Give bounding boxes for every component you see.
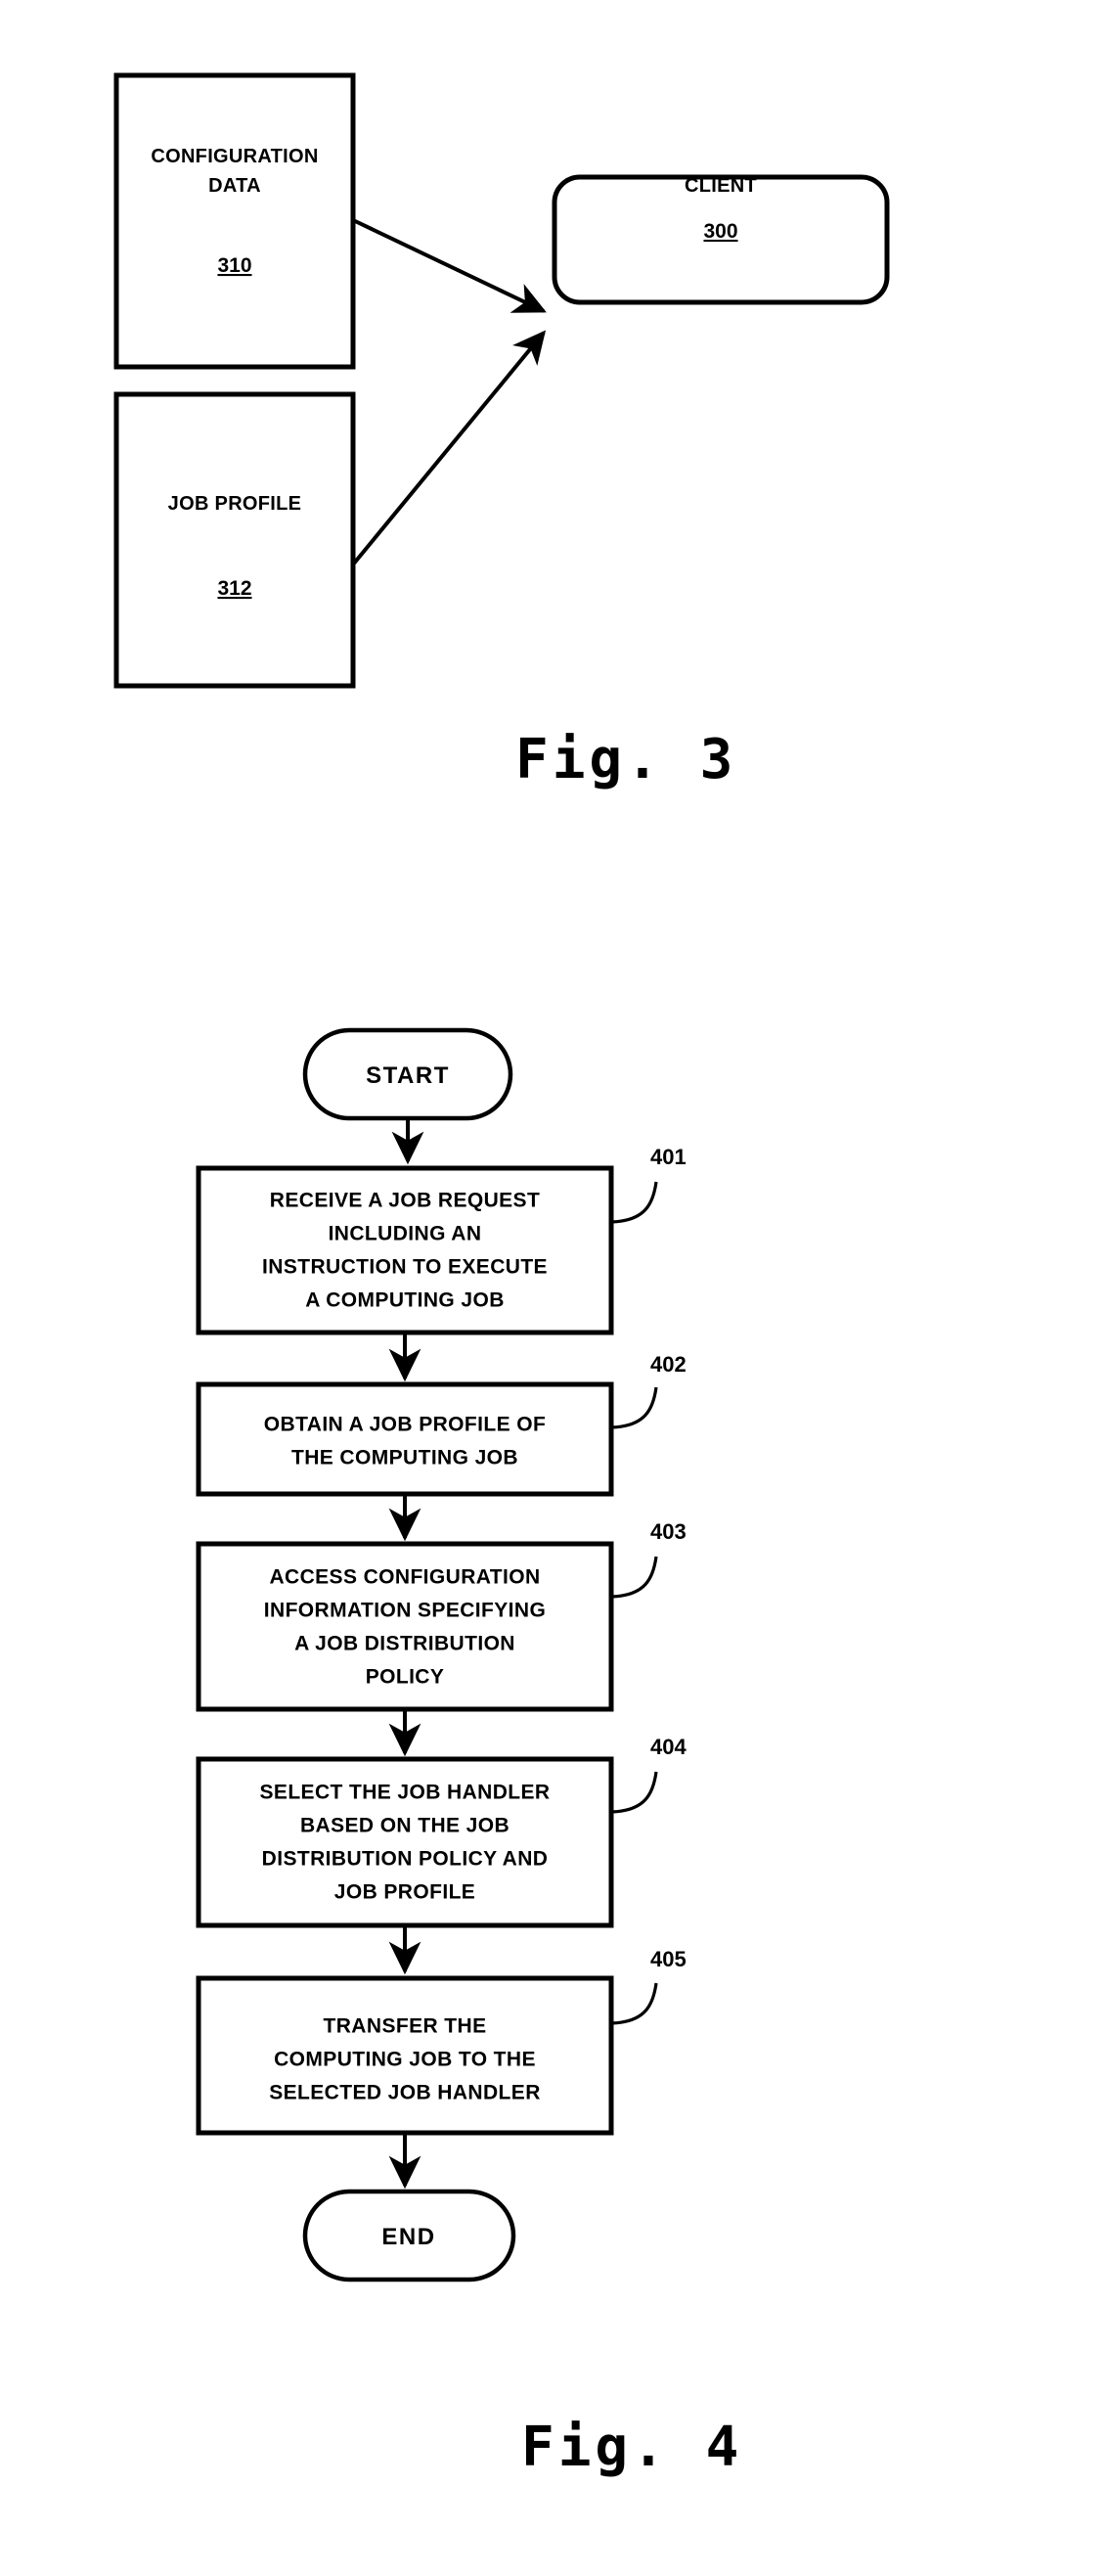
step-403-ref: 403 <box>650 1519 687 1544</box>
flowchart-start-terminal: START <box>302 1027 513 1121</box>
configuration-data-label-line-2: DATA <box>208 175 261 197</box>
step-403-line-2: INFORMATION SPECIFYING <box>264 1600 546 1622</box>
step-401-ref: 401 <box>650 1145 687 1169</box>
figure-3-group: CONFIGURATION DATA 310 JOB PROFILE 312 C… <box>113 72 890 791</box>
step-403-line-4: POLICY <box>366 1666 445 1689</box>
drawing-canvas: CONFIGURATION DATA 310 JOB PROFILE 312 C… <box>113 72 890 2479</box>
step-402-line-1: OBTAIN A JOB PROFILE OF <box>264 1414 546 1436</box>
step-405-line-3: SELECTED JOB HANDLER <box>269 2082 541 2104</box>
node-client: CLIENT 300 <box>552 174 890 305</box>
figure-3-caption: Fig. 3 <box>515 728 736 791</box>
step-404-line-3: DISTRIBUTION POLICY AND <box>262 1848 549 1871</box>
step-401-line-4: A COMPUTING JOB <box>305 1289 505 1312</box>
patent-drawing-sheet: CONFIGURATION DATA 310 JOB PROFILE 312 C… <box>0 0 1108 2576</box>
client-label: CLIENT <box>685 175 757 197</box>
figure-4-caption: Fig. 4 <box>521 2416 742 2479</box>
step-401-leader-line <box>610 1181 658 1224</box>
step-404-line-1: SELECT THE JOB HANDLER <box>260 1782 551 1804</box>
edge-job-profile-to-client <box>351 330 547 566</box>
client-ref: 300 <box>703 220 737 243</box>
configuration-data-ref: 310 <box>217 254 251 277</box>
job-profile-label: JOB PROFILE <box>168 493 302 515</box>
step-401-line-1: RECEIVE A JOB REQUEST <box>270 1190 540 1212</box>
step-405-ref: 405 <box>650 1947 687 1971</box>
step-405-line-1: TRANSFER THE <box>324 2015 487 2038</box>
edge-configuration-data-to-client <box>352 218 547 313</box>
step-404-line-4: JOB PROFILE <box>334 1881 475 1904</box>
job-profile-ref: 312 <box>217 577 251 600</box>
figure-4-group: START RECEIVE A JOB REQUEST INCLUDING AN… <box>196 1027 742 2479</box>
node-job-profile: JOB PROFILE 312 <box>113 391 356 689</box>
step-403-leader-line <box>610 1556 658 1599</box>
flowchart-step-401: RECEIVE A JOB REQUEST INCLUDING AN INSTR… <box>196 1145 687 1335</box>
start-label: START <box>366 1062 450 1089</box>
flowchart-step-404: SELECT THE JOB HANDLER BASED ON THE JOB … <box>196 1735 687 1928</box>
step-401-line-2: INCLUDING AN <box>329 1223 482 1245</box>
configuration-data-label-line-1: CONFIGURATION <box>151 146 318 167</box>
configuration-data-box <box>113 72 356 370</box>
flowchart-step-403: ACCESS CONFIGURATION INFORMATION SPECIFY… <box>196 1519 687 1712</box>
step-402-leader-line <box>610 1386 658 1429</box>
step-405-line-2: COMPUTING JOB TO THE <box>274 2049 536 2071</box>
job-profile-box <box>113 391 356 689</box>
step-405-leader-line <box>610 1982 658 2025</box>
step-402-box <box>196 1381 614 1497</box>
step-403-line-1: ACCESS CONFIGURATION <box>269 1566 540 1589</box>
step-404-leader-line <box>610 1771 658 1814</box>
step-401-line-3: INSTRUCTION TO EXECUTE <box>262 1256 548 1279</box>
end-label: END <box>381 2224 435 2250</box>
flowchart-step-402: OBTAIN A JOB PROFILE OF THE COMPUTING JO… <box>196 1352 687 1497</box>
step-402-line-2: THE COMPUTING JOB <box>291 1447 518 1469</box>
flowchart-step-405: TRANSFER THE COMPUTING JOB TO THE SELECT… <box>196 1947 687 2136</box>
step-403-line-3: A JOB DISTRIBUTION <box>294 1633 515 1655</box>
step-404-ref: 404 <box>650 1735 687 1759</box>
step-404-line-2: BASED ON THE JOB <box>300 1815 510 1837</box>
flowchart-end-terminal: END <box>302 2189 516 2282</box>
node-configuration-data: CONFIGURATION DATA 310 <box>113 72 356 370</box>
step-402-ref: 402 <box>650 1352 687 1377</box>
